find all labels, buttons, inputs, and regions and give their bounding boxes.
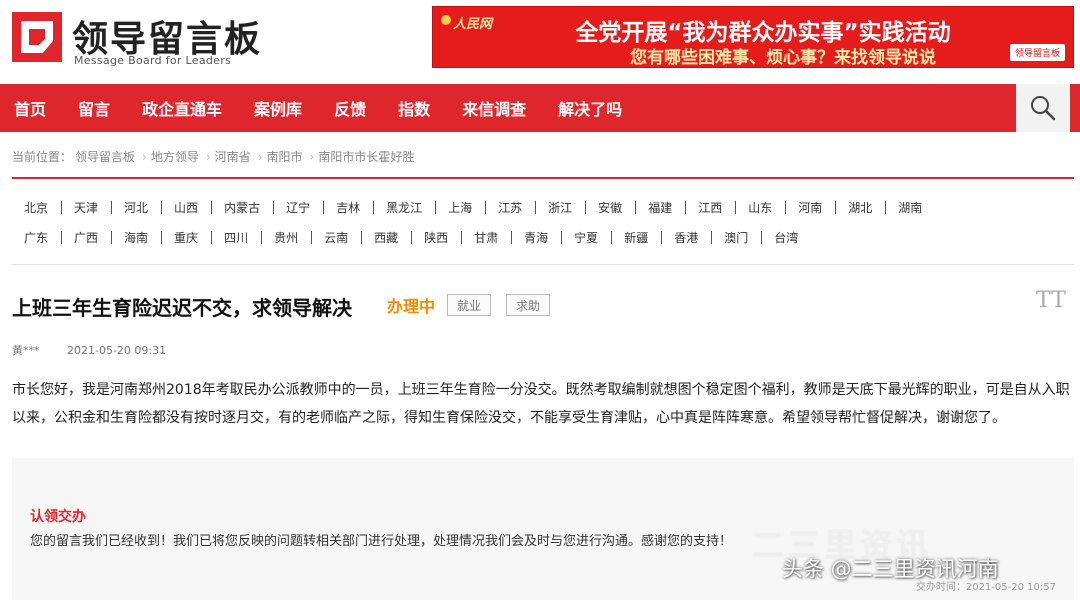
breadcrumb-item[interactable]: 南阳市 xyxy=(267,150,303,164)
province-link[interactable]: 广东 xyxy=(12,229,61,246)
province-link[interactable]: 吉林 xyxy=(323,199,373,216)
province-link[interactable]: 河北 xyxy=(111,199,161,216)
author-name: 黄*** xyxy=(12,344,40,357)
font-size-toggle[interactable]: TT xyxy=(1036,288,1066,313)
breadcrumb-separator: › xyxy=(309,150,315,164)
banner-subline: 您有哪些困难事、烦心事？来找领导说说 xyxy=(630,48,936,68)
province-link[interactable]: 山东 xyxy=(735,199,785,216)
province-row: 广东 广西 海南 重庆 四川 贵州 云南 西藏 陕西 甘肃 青海 宁夏 新疆 香… xyxy=(12,222,1074,252)
message-body: 市长您好，我是河南郑州2018年考取民办公派教师中的一员，上班三年生育险一分没交… xyxy=(12,382,1070,426)
province-link[interactable]: 江西 xyxy=(685,199,735,216)
nav-item-enterprise[interactable]: 政企直通车 xyxy=(142,96,222,120)
province-link[interactable]: 西藏 xyxy=(361,229,411,246)
site-header: 领导留言板 Message Board for Leaders 人民网 全党开展… xyxy=(0,0,1080,82)
province-link[interactable]: 重庆 xyxy=(161,229,211,246)
breadcrumb-item[interactable]: 地方领导 xyxy=(151,150,199,164)
section-divider xyxy=(12,264,1074,265)
province-link[interactable]: 甘肃 xyxy=(461,229,511,246)
breadcrumb-separator: › xyxy=(205,150,211,164)
search-button[interactable] xyxy=(1016,84,1070,132)
breadcrumb-item-current[interactable]: 南阳市市长霍好胜 xyxy=(318,150,414,164)
breadcrumb-separator: › xyxy=(142,150,147,164)
province-link[interactable]: 宁夏 xyxy=(561,229,611,246)
nav-item-solved[interactable]: 解决了吗 xyxy=(558,96,622,120)
nav-item-home[interactable]: 首页 xyxy=(14,96,46,120)
province-link[interactable]: 云南 xyxy=(311,229,361,246)
search-icon xyxy=(1031,96,1056,121)
reply-title: 认领交办 xyxy=(30,509,86,525)
status-badge: 办理中 xyxy=(387,297,436,316)
nav-item-message[interactable]: 留言 xyxy=(78,96,110,120)
province-link[interactable]: 江苏 xyxy=(485,199,535,216)
province-link[interactable]: 陕西 xyxy=(411,229,461,246)
province-link[interactable]: 贵州 xyxy=(261,229,311,246)
province-link[interactable]: 山西 xyxy=(161,199,211,216)
province-row: 北京 天津 河北 山西 内蒙古 辽宁 吉林 黑龙江 上海 江苏 浙江 安徽 福建… xyxy=(12,192,1074,222)
province-link[interactable]: 上海 xyxy=(435,199,485,216)
sun-icon xyxy=(441,15,451,25)
province-link[interactable]: 天津 xyxy=(61,199,111,216)
province-link[interactable]: 台湾 xyxy=(761,229,811,246)
province-link[interactable]: 广西 xyxy=(61,229,111,246)
main-nav: 首页 留言 政企直通车 案例库 反馈 指数 来信调查 解决了吗 xyxy=(0,84,1080,132)
banner-brand: 人民网 xyxy=(453,17,493,32)
breadcrumb-separator: › xyxy=(257,150,263,164)
section-divider xyxy=(12,177,1074,179)
province-link[interactable]: 湖北 xyxy=(835,199,885,216)
breadcrumb-item[interactable]: 河南省 xyxy=(215,150,251,164)
province-list: 北京 天津 河北 山西 内蒙古 辽宁 吉林 黑龙江 上海 江苏 浙江 安徽 福建… xyxy=(12,192,1074,252)
province-link[interactable]: 辽宁 xyxy=(273,199,323,216)
banner-tag: 领导留言板 xyxy=(1009,44,1065,61)
breadcrumb-label: 当前位置： xyxy=(12,150,73,164)
province-link[interactable]: 新疆 xyxy=(611,229,661,246)
type-tag[interactable]: 求助 xyxy=(506,294,550,316)
banner-headline: 全党开展“我为群众办实事”实践活动 xyxy=(575,20,951,46)
breadcrumb: 当前位置： 领导留言板 › 地方领导 › 河南省 › 南阳市 › 南阳市市长霍好胜 xyxy=(12,148,417,165)
province-link[interactable]: 香港 xyxy=(661,229,711,246)
province-link[interactable]: 内蒙古 xyxy=(211,199,273,216)
province-link[interactable]: 浙江 xyxy=(535,199,585,216)
message-meta: 黄*** 2021-05-20 09:31 xyxy=(12,342,166,358)
source-watermark: 头条 @二三里资讯河南 xyxy=(782,557,999,581)
site-logo[interactable]: 领导留言板 Message Board for Leaders xyxy=(10,10,260,67)
campaign-banner[interactable]: 人民网 全党开展“我为群众办实事”实践活动 您有哪些困难事、烦心事？来找领导说说… xyxy=(432,6,1074,68)
province-link[interactable]: 青海 xyxy=(511,229,561,246)
province-link[interactable]: 澳门 xyxy=(711,229,761,246)
nav-item-index[interactable]: 指数 xyxy=(398,96,430,120)
category-tag[interactable]: 就业 xyxy=(447,294,491,316)
province-link[interactable]: 湖南 xyxy=(885,199,935,216)
reply-text: 您的留言我们已经收到！我们已将您反映的问题转相关部门进行处理，处理情况我们会及时… xyxy=(30,534,733,549)
province-link[interactable]: 河南 xyxy=(785,199,835,216)
province-link[interactable]: 福建 xyxy=(635,199,685,216)
province-link[interactable]: 黑龙江 xyxy=(373,199,435,216)
nav-item-survey[interactable]: 来信调查 xyxy=(462,96,526,120)
nav-item-cases[interactable]: 案例库 xyxy=(254,96,302,120)
province-link[interactable]: 四川 xyxy=(211,229,261,246)
nav-item-feedback[interactable]: 反馈 xyxy=(334,96,366,120)
breadcrumb-item[interactable]: 领导留言板 xyxy=(75,150,135,164)
logo-subtitle: Message Board for Leaders xyxy=(74,54,232,67)
logo-icon xyxy=(12,12,62,62)
province-link[interactable]: 安徽 xyxy=(585,199,635,216)
province-link[interactable]: 北京 xyxy=(12,199,61,216)
province-link[interactable]: 海南 xyxy=(111,229,161,246)
post-date: 2021-05-20 09:31 xyxy=(67,344,167,357)
message-title: 上班三年生育险迟迟不交，求领导解决 xyxy=(12,296,352,320)
